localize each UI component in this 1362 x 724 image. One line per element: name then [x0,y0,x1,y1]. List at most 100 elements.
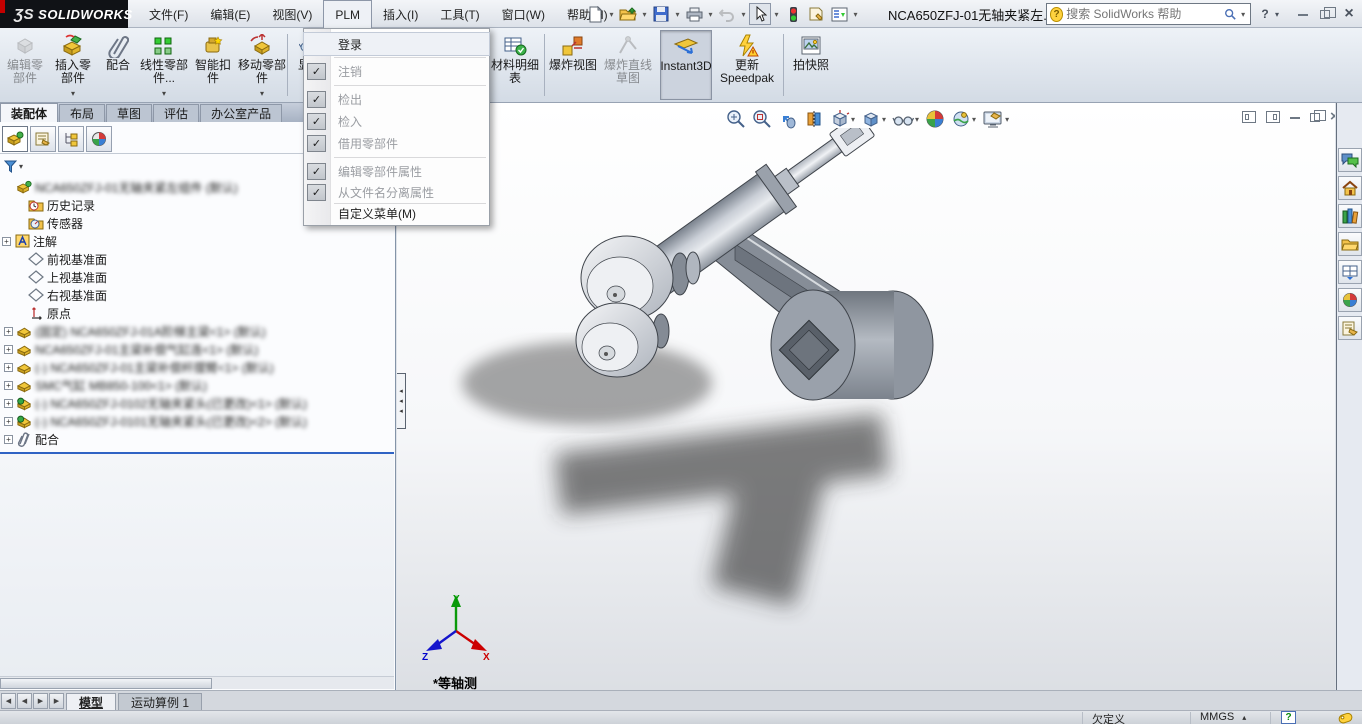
menu-item-borrow-component[interactable]: ✓ 借用零部件 [304,132,489,154]
section-view-button[interactable] [803,108,825,130]
model-3d-view[interactable] [437,128,1097,648]
edit-appearance-button[interactable] [924,108,946,130]
help-button[interactable]: ? [1258,0,1272,28]
menu-tools[interactable]: 工具(T) [429,0,490,28]
expand-toggle[interactable]: + [4,345,13,354]
tree-item-component[interactable]: + (-) NCA650ZFJ-01主梁补偿杆摆臂<1> (默认) [0,358,394,376]
design-library-pane-button[interactable] [1338,204,1362,228]
options-dropdown[interactable]: ▾ [851,10,860,19]
tree-item-right-plane[interactable]: 右视基准面 [0,286,394,304]
rebuild-button[interactable] [782,3,804,25]
move-component-dropdown[interactable]: ▾ [260,89,264,100]
graphics-viewport[interactable]: ▾ ▾ ▾ ▾ ▾ × ◂ ◂ ◂ Y X Z *等轴测 [397,103,1335,690]
tree-item-top-plane[interactable]: 上视基准面 [0,268,394,286]
hide-show-items-button[interactable]: ▾ [891,108,920,130]
zoom-to-area-button[interactable] [751,108,773,130]
new-document-button[interactable] [584,3,606,25]
doc-restore-button[interactable] [1310,113,1320,122]
view-orientation-button[interactable]: ▾ [829,108,856,130]
menu-item-edit-component-properties[interactable]: ✓ 编辑零部件属性 [304,160,489,182]
menu-item-customize-menu[interactable]: 自定义菜单(M) [304,202,489,224]
menu-item-checkout[interactable]: ✓ 检出 [304,88,489,110]
hide-show-dropdown[interactable]: ▾ [915,115,919,124]
edit-component-button[interactable]: 编辑零部件 [2,30,48,100]
custom-properties-pane-button[interactable] [1338,316,1362,340]
model-tab[interactable]: 模型 [66,693,116,710]
expand-toggle[interactable]: + [4,399,13,408]
tree-horizontal-scrollbar[interactable] [0,676,394,689]
take-snapshot-button[interactable]: 拍快照 [787,30,835,100]
select-dropdown[interactable]: ▾ [772,10,781,19]
view-settings-dropdown[interactable]: ▾ [1005,115,1009,124]
menu-edit[interactable]: 编辑(E) [199,0,261,28]
smart-fasteners-button[interactable]: 智能扣件 [190,30,236,100]
filter-dropdown[interactable]: ▾ [19,162,23,171]
linear-pattern-button[interactable]: 线性零部件... ▾ [140,30,188,100]
minimize-button[interactable] [1294,0,1312,28]
mate-button[interactable]: 配合 [98,30,138,100]
next-tab-button[interactable]: ▶ [33,693,48,709]
menu-item-login[interactable]: 登录 [304,33,489,55]
options-button[interactable] [828,3,850,25]
menu-item-separate-properties[interactable]: ✓ 从文件名分离属性 [304,181,489,203]
save-button[interactable] [650,3,672,25]
instant3d-button[interactable]: Instant3D [660,30,712,100]
help-search-box[interactable]: ? ▾ [1046,3,1251,25]
tree-item-component[interactable]: + (固定) NCA650ZFJ-01A阶梯主梁<1> (默认) [0,322,394,340]
tree-item-component[interactable]: + (-) NCA650ZFJ-0101无轴夹紧头(已更改)<2> (默认) [0,412,394,430]
file-explorer-pane-button[interactable] [1338,232,1362,256]
model-end-cylinder[interactable] [771,290,933,400]
doc-minimize-button[interactable] [1290,116,1300,119]
view-orientation-dropdown[interactable]: ▾ [851,115,855,124]
display-style-dropdown[interactable]: ▾ [882,115,886,124]
menu-item-checkin[interactable]: ✓ 检入 [304,110,489,132]
scrollbar-thumb[interactable] [0,678,212,689]
tab-assembly[interactable]: 装配体 [0,103,58,122]
bill-of-materials-button[interactable]: 材料明细表 [490,30,540,100]
display-style-button[interactable]: ▾ [860,108,887,130]
search-scope-dropdown[interactable]: ▾ [1239,10,1247,19]
comments-pane-button[interactable] [1338,148,1362,172]
appearance-manager-tab[interactable] [86,126,112,152]
save-dropdown[interactable]: ▾ [673,10,682,19]
file-properties-button[interactable] [805,3,827,25]
expand-toggle[interactable]: + [4,417,13,426]
doc-close-button[interactable]: × [1330,111,1335,123]
quick-tips-button[interactable]: ? [1281,711,1296,724]
expand-toggle[interactable]: + [4,363,13,372]
first-tab-button[interactable]: ◀ [1,693,16,709]
tree-item-annotations[interactable]: + 注解 [0,232,394,250]
print-button[interactable] [683,3,705,25]
open-dropdown[interactable]: ▾ [640,10,649,19]
prev-tab-button[interactable]: ◀ [17,693,32,709]
tree-item-component[interactable]: + SMC气缸 MB850-100<1> (默认) [0,376,394,394]
apply-scene-button[interactable]: ▾ [950,108,977,130]
last-tab-button[interactable]: ▶ [49,693,64,709]
resources-pane-button[interactable] [1338,176,1362,200]
menu-view[interactable]: 视图(V) [261,0,323,28]
expand-toggle[interactable]: + [4,435,13,444]
expand-toggle[interactable]: + [2,237,11,246]
tree-item-component[interactable]: + (-) NCA650ZFJ-0102无轴夹紧头(已更改)<1> (默认) [0,394,394,412]
menu-item-logout[interactable]: ✓ 注销 [304,60,489,82]
undo-dropdown[interactable]: ▾ [739,10,748,19]
tree-item-component[interactable]: + NCA650ZFJ-01主梁补偿气缸连<1> (默认) [0,340,394,358]
tree-item-mates[interactable]: + 配合 [0,430,394,448]
new-document-dropdown[interactable]: ▾ [607,10,616,19]
search-input[interactable] [1066,7,1221,21]
menu-file[interactable]: 文件(F) [138,0,199,28]
tree-item-front-plane[interactable]: 前视基准面 [0,250,394,268]
search-icon[interactable] [1224,7,1236,21]
view-settings-button[interactable]: ▾ [981,108,1010,130]
zoom-to-fit-button[interactable] [725,108,747,130]
linear-pattern-dropdown[interactable]: ▾ [162,89,166,100]
menu-insert[interactable]: 插入(I) [372,0,429,28]
tag-icon[interactable] [1338,711,1355,724]
select-button[interactable] [749,3,771,25]
menu-plm[interactable]: PLM [323,0,372,28]
motion-study-tab[interactable]: 运动算例 1 [118,693,202,710]
restore-button[interactable] [1316,0,1334,28]
move-component-button[interactable]: 移动零部件 ▾ [238,30,286,100]
tree-filter[interactable]: ▾ [4,158,23,174]
expand-toggle[interactable]: + [4,381,13,390]
